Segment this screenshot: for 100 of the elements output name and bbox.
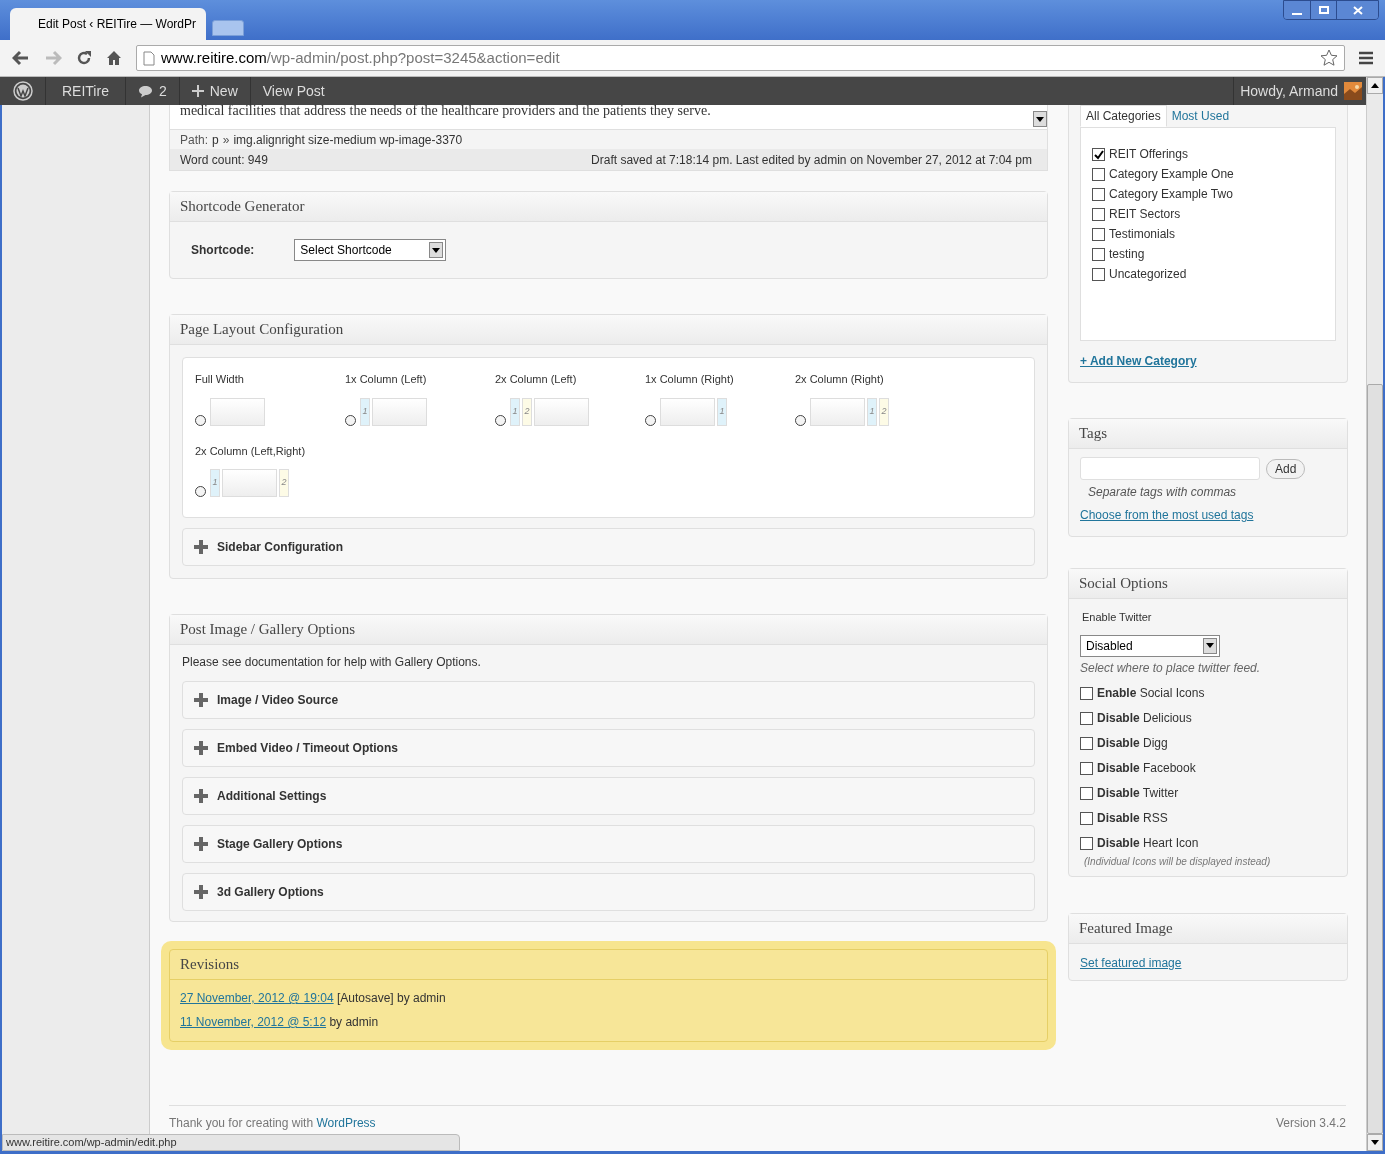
- plus-icon: [193, 539, 209, 555]
- layout-sidebar-column: 2: [879, 397, 889, 426]
- section-toggle[interactable]: Sidebar Configuration: [182, 528, 1035, 566]
- browser-tab[interactable]: Edit Post ‹ REITire — WordPr: [10, 8, 206, 40]
- view-post-link[interactable]: View Post: [250, 77, 337, 105]
- path-separator: »: [222, 131, 230, 149]
- reload-icon[interactable]: [76, 50, 92, 66]
- twitter-label: Enable Twitter: [1081, 610, 1153, 625]
- radio-button[interactable]: [195, 486, 206, 497]
- avatar-icon: [1344, 82, 1362, 100]
- maximize-icon[interactable]: [1310, 1, 1336, 19]
- gallery-note: Please see documentation for help with Gallery Options.: [182, 654, 482, 671]
- checkbox[interactable]: [1080, 836, 1093, 850]
- box-title: Social Options: [1079, 574, 1168, 594]
- checkbox[interactable]: [1092, 208, 1105, 221]
- version-text: Version 3.4.2: [1275, 1115, 1346, 1132]
- plus-icon: [193, 836, 209, 852]
- category-tab[interactable]: All Categories: [1080, 105, 1167, 127]
- checkbox[interactable]: [1092, 228, 1105, 241]
- status-url: www.reitire.com/wp-admin/edit.php: [2, 1134, 460, 1151]
- section-toggle[interactable]: Stage Gallery Options: [182, 825, 1035, 863]
- box-title: Shortcode Generator: [180, 197, 305, 217]
- layout-label: 1x Column (Right): [645, 372, 735, 387]
- checkbox[interactable]: [1092, 248, 1105, 261]
- layout-main-column: [810, 397, 865, 426]
- box-title: Post Image / Gallery Options: [180, 620, 355, 640]
- revision-link[interactable]: 27 November, 2012 @ 19:04: [180, 991, 334, 1005]
- checkbox[interactable]: [1092, 188, 1105, 201]
- section-toggle[interactable]: Embed Video / Timeout Options: [182, 729, 1035, 767]
- minimize-icon[interactable]: [1284, 1, 1310, 19]
- checkbox[interactable]: [1092, 268, 1105, 281]
- add-tag-button[interactable]: Add: [1266, 458, 1306, 479]
- checkbox[interactable]: [1080, 736, 1093, 750]
- plus-icon: [193, 884, 209, 900]
- radio-button[interactable]: [645, 414, 656, 426]
- category-label: REIT Sectors: [1109, 208, 1181, 221]
- address-bar[interactable]: www.reitire.com/wp-admin/post.php?post=3245&action=edit: [136, 45, 1345, 71]
- layout-main-column: [534, 397, 589, 426]
- back-icon[interactable]: [12, 50, 30, 66]
- path-label: Path:: [180, 131, 209, 149]
- box-title: Page Layout Configuration: [180, 320, 344, 340]
- social-option-label: Enable Social Icons: [1097, 686, 1205, 700]
- social-option-label: Disable Facebook: [1097, 761, 1196, 775]
- checkbox[interactable]: [1080, 686, 1093, 700]
- most-used-tags-link[interactable]: Choose from the most used tags: [1080, 506, 1336, 524]
- layout-main-column: [660, 397, 715, 426]
- shortcode-select[interactable]: Select Shortcode: [294, 239, 447, 261]
- layout-main-column: [372, 397, 427, 426]
- checkbox[interactable]: [1080, 761, 1093, 775]
- radio-button[interactable]: [795, 414, 806, 426]
- checkbox[interactable]: [1080, 811, 1093, 825]
- section-toggle[interactable]: Additional Settings: [182, 777, 1035, 815]
- checkbox[interactable]: [1092, 168, 1105, 181]
- home-icon[interactable]: [106, 50, 122, 66]
- layout-label: Full Width: [195, 372, 245, 387]
- social-option-label: Disable RSS: [1097, 811, 1168, 825]
- checkbox[interactable]: [1080, 711, 1093, 725]
- speech-bubble-icon: [137, 84, 153, 98]
- section-toggle[interactable]: 3d Gallery Options: [182, 873, 1035, 911]
- scroll-up-icon[interactable]: [1367, 77, 1383, 94]
- checkbox[interactable]: [1092, 148, 1105, 161]
- word-count: Word count: 949: [180, 151, 268, 169]
- footer-credit: Thank you for creating with WordPress: [169, 1115, 376, 1132]
- add-category-link[interactable]: + Add New Category: [1080, 352, 1336, 370]
- layout-label: 2x Column (Left): [495, 372, 578, 387]
- layout-main-column: [210, 397, 265, 426]
- layout-sidebar-column: 1: [717, 397, 727, 426]
- section-toggle[interactable]: Image / Video Source: [182, 681, 1035, 719]
- revision-link[interactable]: 11 November, 2012 @ 5:12: [180, 1015, 327, 1029]
- star-icon[interactable]: [1320, 49, 1338, 67]
- checkbox[interactable]: [1080, 786, 1093, 800]
- twitter-select[interactable]: Disabled: [1080, 634, 1220, 657]
- radio-button[interactable]: [495, 414, 506, 426]
- path-element[interactable]: p: [212, 130, 219, 149]
- radio-button[interactable]: [195, 414, 206, 426]
- set-featured-image-link[interactable]: Set featured image: [1080, 955, 1182, 970]
- radio-button[interactable]: [345, 414, 356, 426]
- layout-label: 2x Column (Right): [795, 372, 885, 387]
- editor-text: medical facilities that address the needs of the healthcare providers and the patients they serve.: [180, 105, 711, 120]
- close-window-icon[interactable]: [1336, 1, 1378, 19]
- path-element[interactable]: img.alignright size-medium wp-image-3370: [233, 130, 463, 149]
- shortcode-label: Shortcode:: [191, 242, 255, 259]
- layout-label: 2x Column (Left,Right): [195, 443, 307, 459]
- layout-sidebar-column: 1: [867, 397, 877, 426]
- layout-sidebar-column: 1: [210, 469, 220, 497]
- plus-icon: [193, 740, 209, 756]
- twitter-hint: Select where to place twitter feed.: [1080, 659, 1262, 677]
- wordpress-link[interactable]: WordPress: [316, 1116, 376, 1130]
- category-label: Uncategorized: [1109, 268, 1187, 281]
- social-option-label: Disable Heart Icon: [1097, 836, 1199, 850]
- scroll-down-icon[interactable]: [1367, 1134, 1383, 1151]
- layout-label: 1x Column (Left): [345, 372, 428, 387]
- plus-icon: [193, 788, 209, 804]
- social-option-label: Disable Digg: [1097, 736, 1168, 750]
- menu-icon[interactable]: [1359, 51, 1373, 65]
- category-tab[interactable]: Most Used: [1166, 105, 1235, 127]
- revision-entry: 11 November, 2012 @ 5:12 by admin: [180, 1014, 380, 1031]
- autosave-status: Draft saved at 7:18:14 pm. Last edited by admin on November 27, 2012 at 7:04 pm: [591, 151, 1032, 169]
- category-label: Category Example One: [1109, 168, 1234, 181]
- tags-input[interactable]: [1080, 457, 1260, 480]
